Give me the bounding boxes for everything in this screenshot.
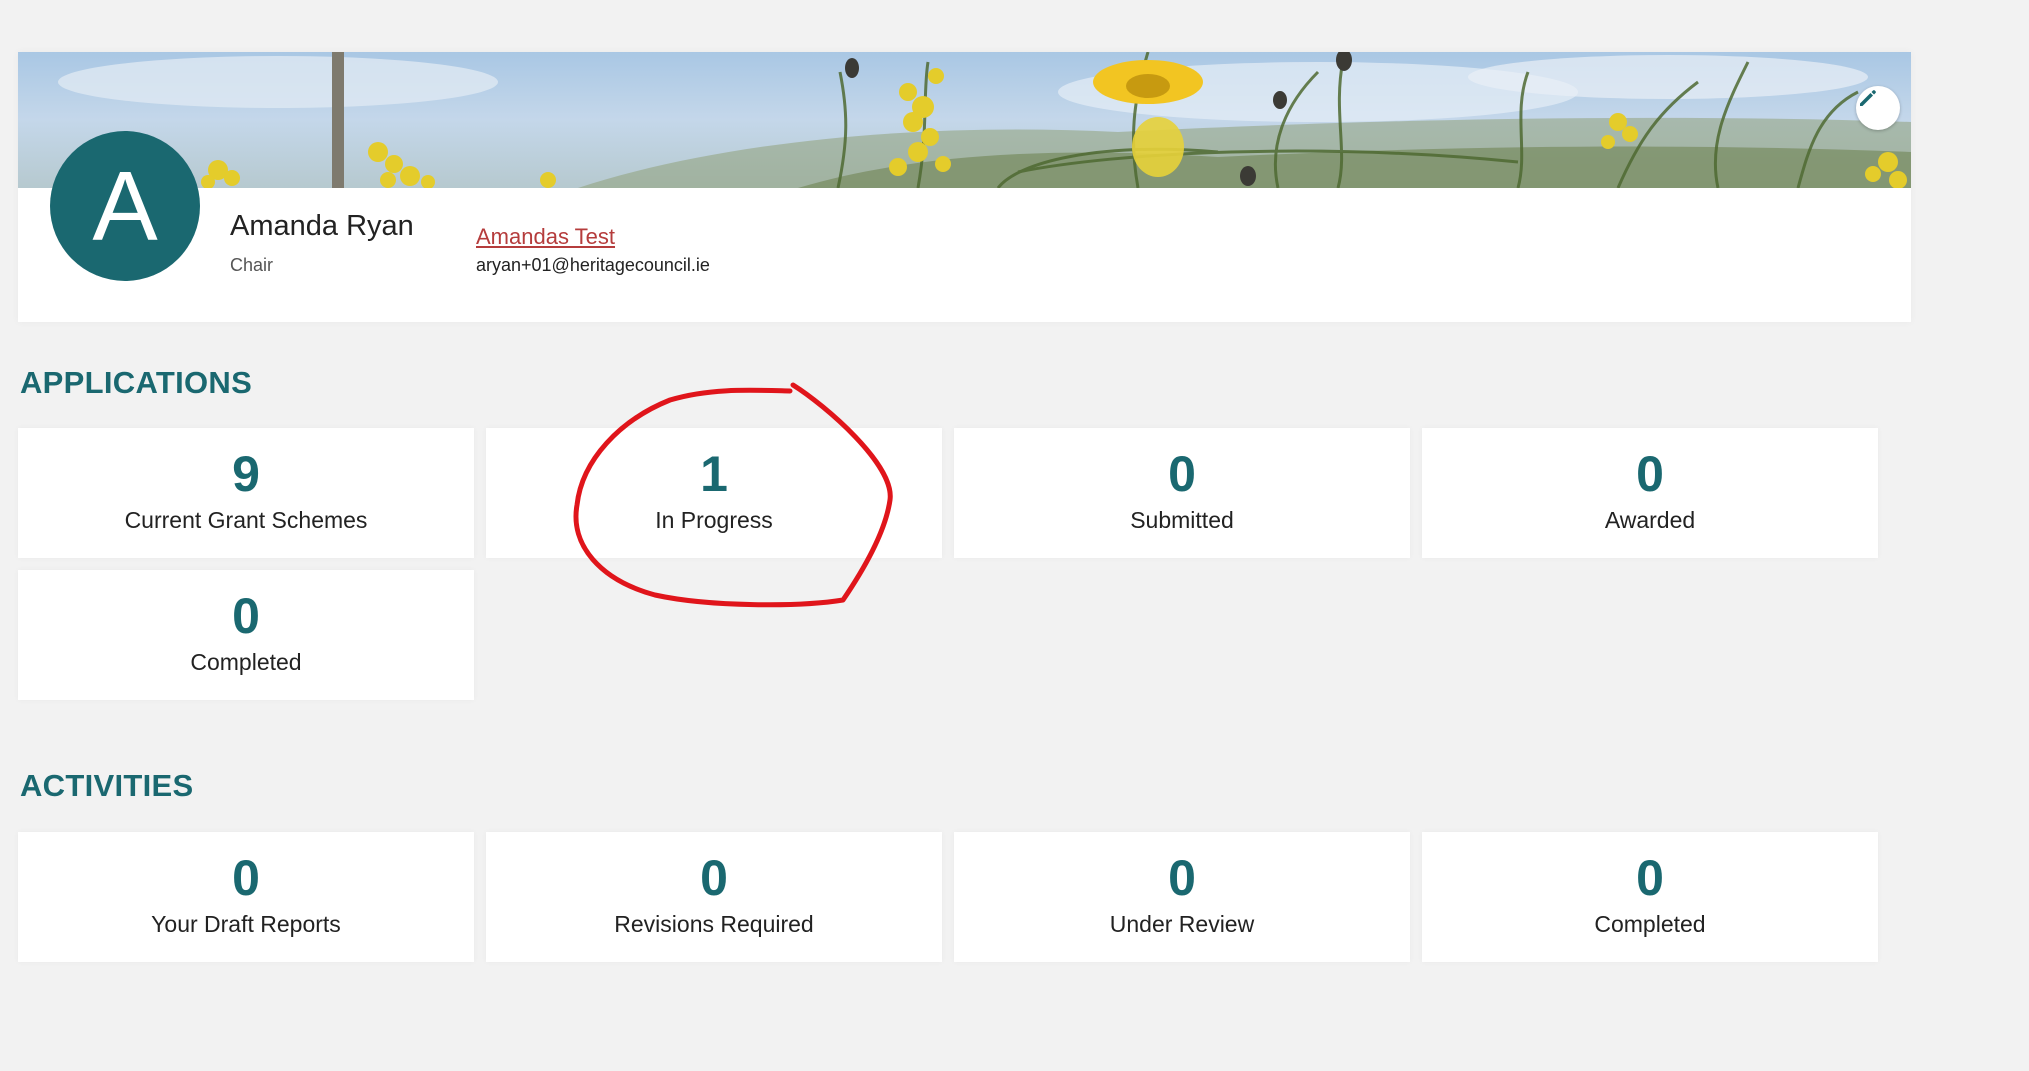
tile-awarded[interactable]: 0 Awarded xyxy=(1422,428,1878,558)
tile-value: 0 xyxy=(232,588,260,644)
tile-label: Revisions Required xyxy=(614,911,814,937)
tile-value: 0 xyxy=(1636,850,1664,906)
tile-label: Completed xyxy=(190,649,302,675)
profile-banner-image xyxy=(18,52,1911,188)
wildflower-banner-graphic xyxy=(58,52,1911,188)
tile-label: Under Review xyxy=(1109,911,1255,937)
tile-activities-completed[interactable]: 0 Completed xyxy=(1422,832,1878,962)
tile-value: 0 xyxy=(1636,446,1664,502)
profile-card: A Amanda Ryan Chair Amandas Test aryan+0… xyxy=(18,52,1911,322)
tile-label: Awarded xyxy=(1604,507,1696,533)
tile-value: 0 xyxy=(1168,850,1196,906)
organisation-link[interactable]: Amandas Test xyxy=(476,224,615,250)
tile-label: Submitted xyxy=(1130,507,1234,533)
tile-in-progress[interactable]: 1 In Progress xyxy=(486,428,942,558)
tile-current-grant-schemes[interactable]: 9 Current Grant Schemes xyxy=(18,428,474,558)
user-name: Amanda Ryan xyxy=(230,210,414,242)
edit-banner-button[interactable] xyxy=(1856,86,1900,130)
avatar: A xyxy=(50,131,200,281)
tile-under-review[interactable]: 0 Under Review xyxy=(954,832,1410,962)
tile-value: 1 xyxy=(700,446,728,502)
tile-submitted[interactable]: 0 Submitted xyxy=(954,428,1410,558)
tile-label: In Progress xyxy=(655,507,773,533)
activities-heading: ACTIVITIES xyxy=(20,768,194,803)
tile-value: 0 xyxy=(700,850,728,906)
tile-your-draft-reports[interactable]: 0 Your Draft Reports xyxy=(18,832,474,962)
tile-revisions-required[interactable]: 0 Revisions Required xyxy=(486,832,942,962)
user-role: Chair xyxy=(230,255,274,275)
tile-label: Your Draft Reports xyxy=(151,911,341,937)
user-email: aryan+01@heritagecouncil.ie xyxy=(476,255,710,275)
pencil-icon xyxy=(1860,90,1876,106)
tile-value: 0 xyxy=(232,850,260,906)
applications-heading: APPLICATIONS xyxy=(20,365,253,400)
tile-label: Current Grant Schemes xyxy=(124,507,368,533)
tile-value: 0 xyxy=(1168,446,1196,502)
tile-label: Completed xyxy=(1594,911,1706,937)
tile-value: 9 xyxy=(232,446,260,502)
tile-applications-completed[interactable]: 0 Completed xyxy=(18,570,474,700)
